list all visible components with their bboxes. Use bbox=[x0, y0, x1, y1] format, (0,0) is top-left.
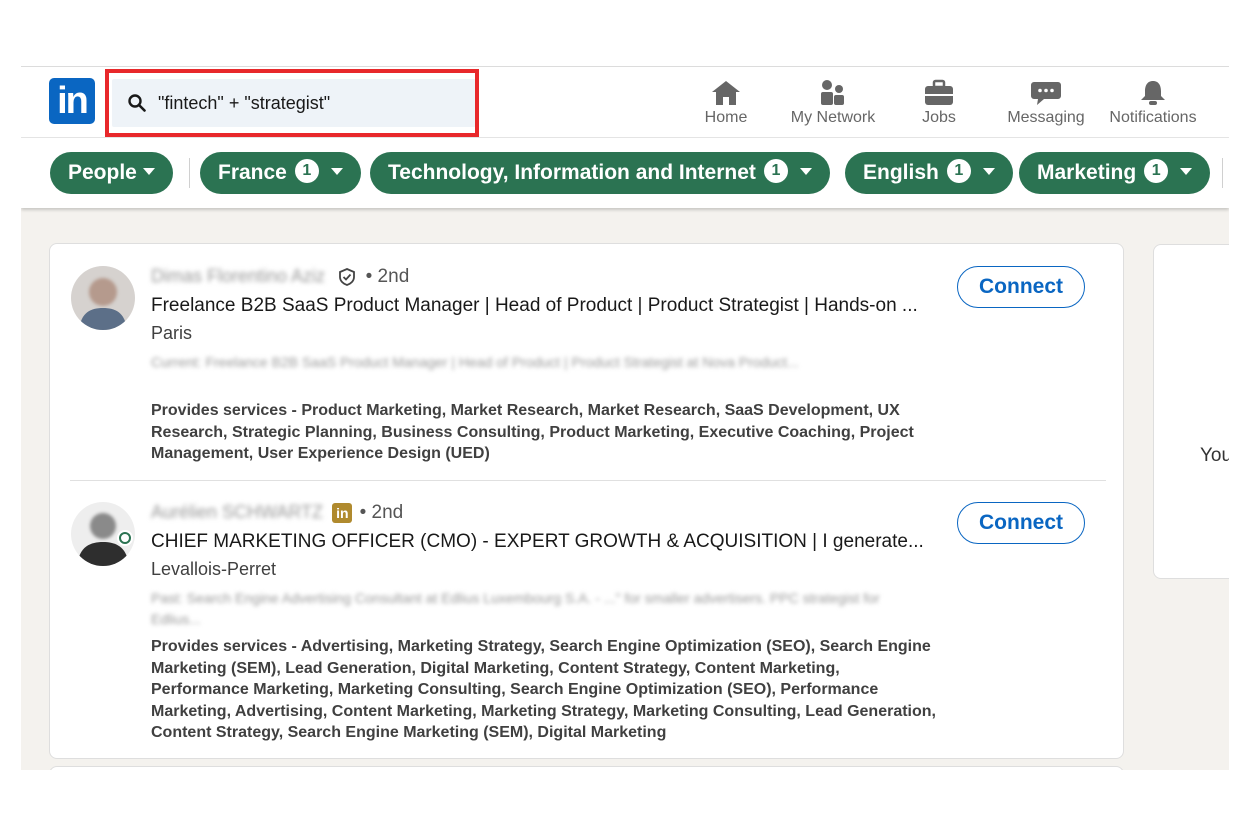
filter-count-badge: 1 bbox=[294, 159, 319, 184]
side-panel-text: You bbox=[1200, 445, 1229, 466]
filter-industry[interactable]: Technology, Information and Internet 1 bbox=[370, 152, 830, 194]
nav-my-network[interactable]: My Network bbox=[783, 75, 883, 131]
search-filter-bar: People France 1 Technology, Information a… bbox=[21, 138, 1229, 208]
connect-button[interactable]: Connect bbox=[957, 502, 1085, 544]
member-location: Paris bbox=[151, 323, 193, 343]
next-results-card bbox=[49, 766, 1124, 770]
shield-check-icon bbox=[339, 268, 356, 286]
member-name[interactable]: Aurélien SCHWARTZ bbox=[151, 502, 323, 523]
filter-people[interactable]: People bbox=[50, 152, 173, 194]
member-headline: CHIEF MARKETING OFFICER (CMO) - EXPERT G… bbox=[151, 531, 924, 552]
nav-home[interactable]: Home bbox=[695, 75, 757, 131]
nav-jobs[interactable]: Jobs bbox=[911, 75, 967, 131]
nav-messaging[interactable]: Messaging bbox=[1005, 75, 1087, 131]
caret-down-icon bbox=[142, 167, 155, 175]
filter-count-badge: 1 bbox=[763, 159, 788, 184]
briefcase-icon bbox=[925, 79, 953, 105]
caret-down-icon bbox=[1180, 167, 1193, 175]
caret-down-icon bbox=[330, 167, 343, 175]
member-location: Levallois-Perret bbox=[151, 559, 277, 579]
connect-button[interactable]: Connect bbox=[957, 266, 1085, 308]
caret-down-icon bbox=[799, 167, 812, 175]
app-window: in "fintech" + "strategist" Home My Netw… bbox=[21, 66, 1229, 770]
filter-location[interactable]: France 1 bbox=[200, 152, 361, 194]
bell-icon bbox=[1141, 81, 1165, 105]
result-snippet: Past: Search Engine Advertising Consulta… bbox=[151, 590, 880, 627]
result-snippet: Current: Freelance B2B SaaS Product Mana… bbox=[151, 354, 799, 370]
filter-service-category[interactable]: Marketing 1 bbox=[1019, 152, 1211, 194]
online-status-indicator bbox=[117, 530, 133, 546]
people-icon bbox=[821, 80, 844, 105]
global-nav: in "fintech" + "strategist" Home My Netw… bbox=[21, 67, 1229, 138]
linkedin-logo[interactable]: in bbox=[49, 78, 95, 124]
services-summary: Provides services - Product Marketing, M… bbox=[151, 402, 914, 462]
avatar[interactable] bbox=[71, 266, 135, 330]
member-headline: Freelance B2B SaaS Product Manager | Hea… bbox=[151, 295, 918, 316]
chat-icon bbox=[1031, 82, 1061, 105]
services-summary: Provides services - Advertising, Marketi… bbox=[151, 638, 936, 741]
filter-language[interactable]: English 1 bbox=[845, 152, 1013, 194]
filter-count-badge: 1 bbox=[946, 159, 971, 184]
home-icon bbox=[712, 81, 740, 105]
connection-degree: • 2nd bbox=[359, 502, 404, 523]
connection-degree: • 2nd bbox=[365, 266, 410, 287]
linkedin-premium-icon: in bbox=[332, 502, 353, 523]
filter-count-badge: 1 bbox=[1144, 159, 1169, 184]
search-results-list: Dimas Florentino Aziz • 2nd Freelance B2… bbox=[49, 243, 1124, 759]
nav-notifications[interactable]: Notifications bbox=[1103, 75, 1203, 131]
side-panel-card: You bbox=[1153, 244, 1229, 579]
caret-down-icon bbox=[982, 167, 995, 175]
member-name[interactable]: Dimas Florentino Aziz bbox=[151, 266, 325, 287]
search-highlight-box bbox=[105, 69, 479, 137]
